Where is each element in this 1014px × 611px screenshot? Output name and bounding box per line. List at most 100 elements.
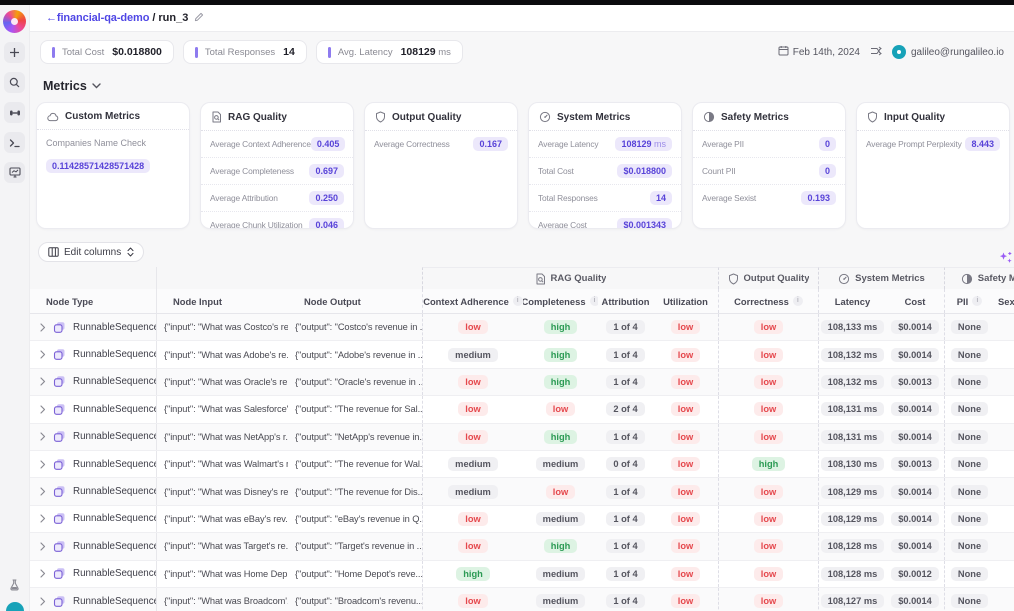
metric-badge: low [754, 567, 784, 581]
column-header-completeness[interactable]: Completenessi [523, 289, 598, 313]
expand-row-button[interactable] [40, 405, 46, 414]
console-button[interactable] [4, 132, 25, 153]
column-header-label: Latency [835, 296, 870, 307]
table-row[interactable]: RunnableSequence{"input": "What was Home… [30, 561, 1014, 588]
table-row[interactable]: RunnableSequence{"input": "What was NetA… [30, 424, 1014, 451]
metric-cell: medium [523, 451, 598, 477]
column-header-label: Cost [905, 296, 926, 307]
metric-badge: 108,132 ms [821, 375, 885, 389]
metric-badge: 1 of 4 [606, 567, 644, 581]
header-right: Feb 14th, 2024 galileo@rungalileo.io [778, 43, 1004, 61]
experiments-button[interactable] [9, 578, 20, 596]
metric-badge: $0.0012 [891, 567, 939, 581]
table-row[interactable]: RunnableSequence{"input": "What was Adob… [30, 341, 1014, 368]
metric-badge: 1 of 4 [606, 594, 644, 608]
metric-badge: low [458, 320, 488, 334]
metric-label: Average PII [702, 139, 744, 149]
column-header-sexist[interactable]: Sexist [994, 289, 1014, 313]
metric-row: Count PII0 [693, 158, 845, 185]
stat-accent-bar [195, 47, 198, 58]
metric-badge: medium [536, 512, 586, 526]
edit-run-name-button[interactable] [194, 9, 204, 27]
metric-cell: medium [422, 341, 523, 367]
column-header-cost[interactable]: Cost [886, 289, 944, 313]
metric-cell: $0.0014 [886, 314, 944, 340]
node-type-label: RunnableSequence [73, 568, 157, 579]
metric-badge: None [951, 320, 988, 334]
metric-cell: 108,130 ms [818, 451, 886, 477]
metric-badge: low [458, 430, 488, 444]
metric-cell: low [653, 396, 718, 422]
new-project-button[interactable] [4, 42, 25, 63]
metric-card-header: Input Quality [857, 103, 1009, 131]
expand-row-button[interactable] [40, 350, 46, 359]
metric-value: 0.697 [309, 164, 344, 178]
galileo-logo[interactable] [3, 10, 26, 33]
column-header-correctness[interactable]: Correctnessi [718, 289, 818, 313]
metric-cell: high [523, 369, 598, 395]
metric-badge: None [951, 539, 988, 553]
compare-runs-button[interactable] [870, 43, 882, 61]
metrics-section-toggle[interactable]: Metrics [43, 79, 1014, 93]
metric-badge: high [544, 320, 578, 334]
metric-cell: low [653, 588, 718, 611]
user-avatar[interactable] [892, 45, 906, 59]
date-picker[interactable] [778, 43, 789, 61]
expand-row-button[interactable] [40, 514, 46, 523]
expand-row-button[interactable] [40, 569, 46, 578]
metric-badge: medium [536, 567, 586, 581]
table-row[interactable]: RunnableSequence{"input": "What was Walm… [30, 451, 1014, 478]
shield-icon [375, 111, 386, 123]
column-header-utilization[interactable]: Utilization [653, 289, 718, 313]
node-type-label: RunnableSequence [73, 486, 157, 497]
benchmarks-button[interactable] [4, 102, 25, 123]
table-row[interactable]: RunnableSequence{"input": "What was Broa… [30, 588, 1014, 611]
table-row[interactable]: RunnableSequence{"input": "What was Disn… [30, 478, 1014, 505]
metric-badge: 108,132 ms [821, 348, 885, 362]
sidebar-user-avatar[interactable] [6, 602, 24, 611]
table-row[interactable]: RunnableSequence{"input": "What was eBay… [30, 506, 1014, 533]
metric-badge: $0.0014 [891, 539, 939, 553]
expand-row-button[interactable] [40, 323, 46, 332]
expand-row-button[interactable] [40, 460, 46, 469]
half-shield-icon [961, 273, 973, 285]
table-row[interactable]: RunnableSequence{"input": "What was Sale… [30, 396, 1014, 423]
metric-badge: low [754, 485, 784, 499]
metric-cell: None [944, 396, 994, 422]
expand-row-button[interactable] [40, 597, 46, 606]
column-group-rag-quality: RAG Quality [422, 267, 718, 289]
sparkles-icon[interactable] [997, 251, 1013, 271]
expand-row-button[interactable] [40, 487, 46, 496]
table-row[interactable]: RunnableSequence{"input": "What was Orac… [30, 369, 1014, 396]
table-row[interactable]: RunnableSequence{"input": "What was Targ… [30, 533, 1014, 560]
column-header-attribution[interactable]: Attribution [598, 289, 653, 313]
user-email[interactable]: galileo@rungalileo.io [911, 47, 1004, 58]
metric-cell: low [653, 533, 718, 559]
metric-badge: low [671, 348, 701, 362]
metric-badge: low [671, 430, 701, 444]
expand-row-button[interactable] [40, 542, 46, 551]
expand-row-button[interactable] [40, 377, 46, 386]
doc-search-icon [211, 111, 222, 123]
metric-badge: low [754, 430, 784, 444]
column-header-latency[interactable]: Latency [818, 289, 886, 313]
metric-badge: high [544, 539, 578, 553]
calendar-icon [778, 43, 789, 61]
node-type-cell: RunnableSequence [30, 396, 157, 422]
metric-cell: low [523, 478, 598, 504]
doc-search-icon [535, 273, 546, 285]
column-header-pii[interactable]: PIIi [944, 289, 994, 313]
metric-cell: 1 of 4 [598, 424, 653, 450]
metric-cell: None [944, 369, 994, 395]
monitor-button[interactable] [4, 162, 25, 183]
breadcrumb-project-link[interactable]: ←financial-qa-demo [46, 12, 149, 24]
expand-row-button[interactable] [40, 432, 46, 441]
edit-columns-button[interactable]: Edit columns [38, 242, 144, 262]
metric-cell: low [718, 588, 818, 611]
breadcrumb-run-name: run_3 [158, 12, 188, 24]
column-header-context-adherence[interactable]: Context Adherencei [422, 289, 523, 313]
table-row[interactable]: RunnableSequence{"input": "What was Cost… [30, 314, 1014, 341]
metric-row: Average PII0 [693, 131, 845, 158]
search-button[interactable] [4, 72, 25, 93]
metric-cell: $0.0014 [886, 533, 944, 559]
